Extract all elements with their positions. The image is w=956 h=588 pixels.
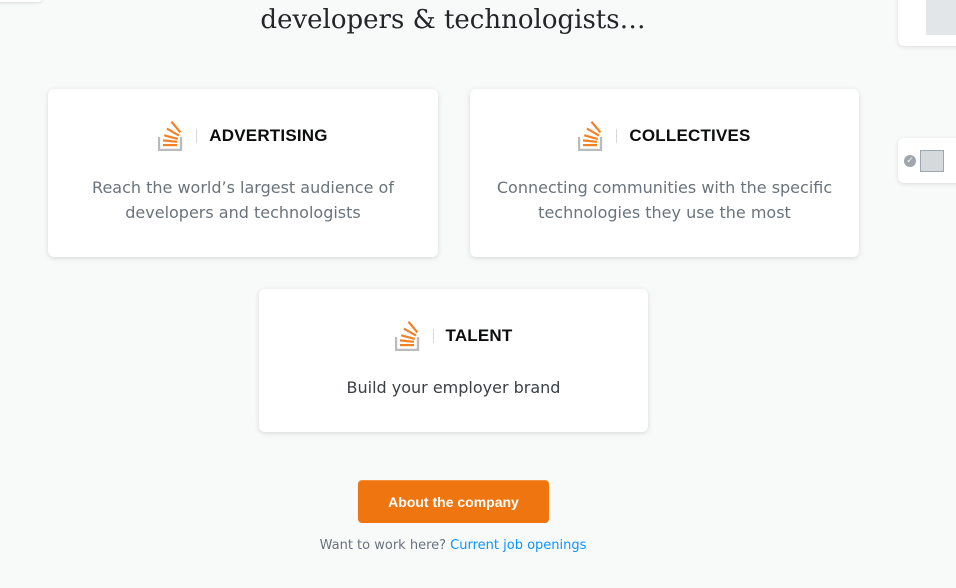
card-collectives[interactable]: COLLECTIVES Connecting communities with … xyxy=(470,89,859,257)
divider xyxy=(616,129,618,143)
card-header: ADVERTISING xyxy=(48,121,438,151)
about-company-button[interactable]: About the company xyxy=(358,480,549,523)
headline-line-1-clipped xyxy=(0,0,906,4)
job-openings-link[interactable]: Current job openings xyxy=(450,538,586,553)
stack-overflow-logo-icon xyxy=(578,121,603,151)
card-description: Build your employer brand xyxy=(346,378,561,397)
partial-card-image xyxy=(926,0,956,35)
card-title: ADVERTISING xyxy=(209,126,328,145)
card-title: TALENT xyxy=(445,326,513,345)
user-avatar-icon xyxy=(920,150,944,172)
divider xyxy=(196,129,198,143)
jobs-prefix: Want to work here? xyxy=(319,538,447,553)
stack-overflow-logo-icon xyxy=(394,321,419,351)
divider xyxy=(432,329,434,343)
card-talent[interactable]: TALENT Build your employer brand xyxy=(259,289,648,432)
card-title: COLLECTIVES xyxy=(629,126,751,145)
partial-card-right-middle: ✓ xyxy=(898,138,956,183)
jobs-line: Want to work here? Current job openings xyxy=(0,538,906,553)
page: ✓ developers & technologists… ADVERTISIN… xyxy=(0,0,956,588)
card-description: Reach the world’s largest audience of de… xyxy=(92,178,394,222)
headline: developers & technologists… xyxy=(0,0,906,36)
partial-card-right-top xyxy=(898,0,956,46)
card-header: COLLECTIVES xyxy=(470,121,859,151)
stack-overflow-logo-icon xyxy=(158,121,183,151)
check-circle-icon: ✓ xyxy=(904,155,916,167)
headline-line-2: developers & technologists… xyxy=(260,5,646,35)
card-header: TALENT xyxy=(259,321,648,351)
card-advertising[interactable]: ADVERTISING Reach the world’s largest au… xyxy=(48,89,438,257)
card-description: Connecting communities with the specific… xyxy=(496,178,833,222)
